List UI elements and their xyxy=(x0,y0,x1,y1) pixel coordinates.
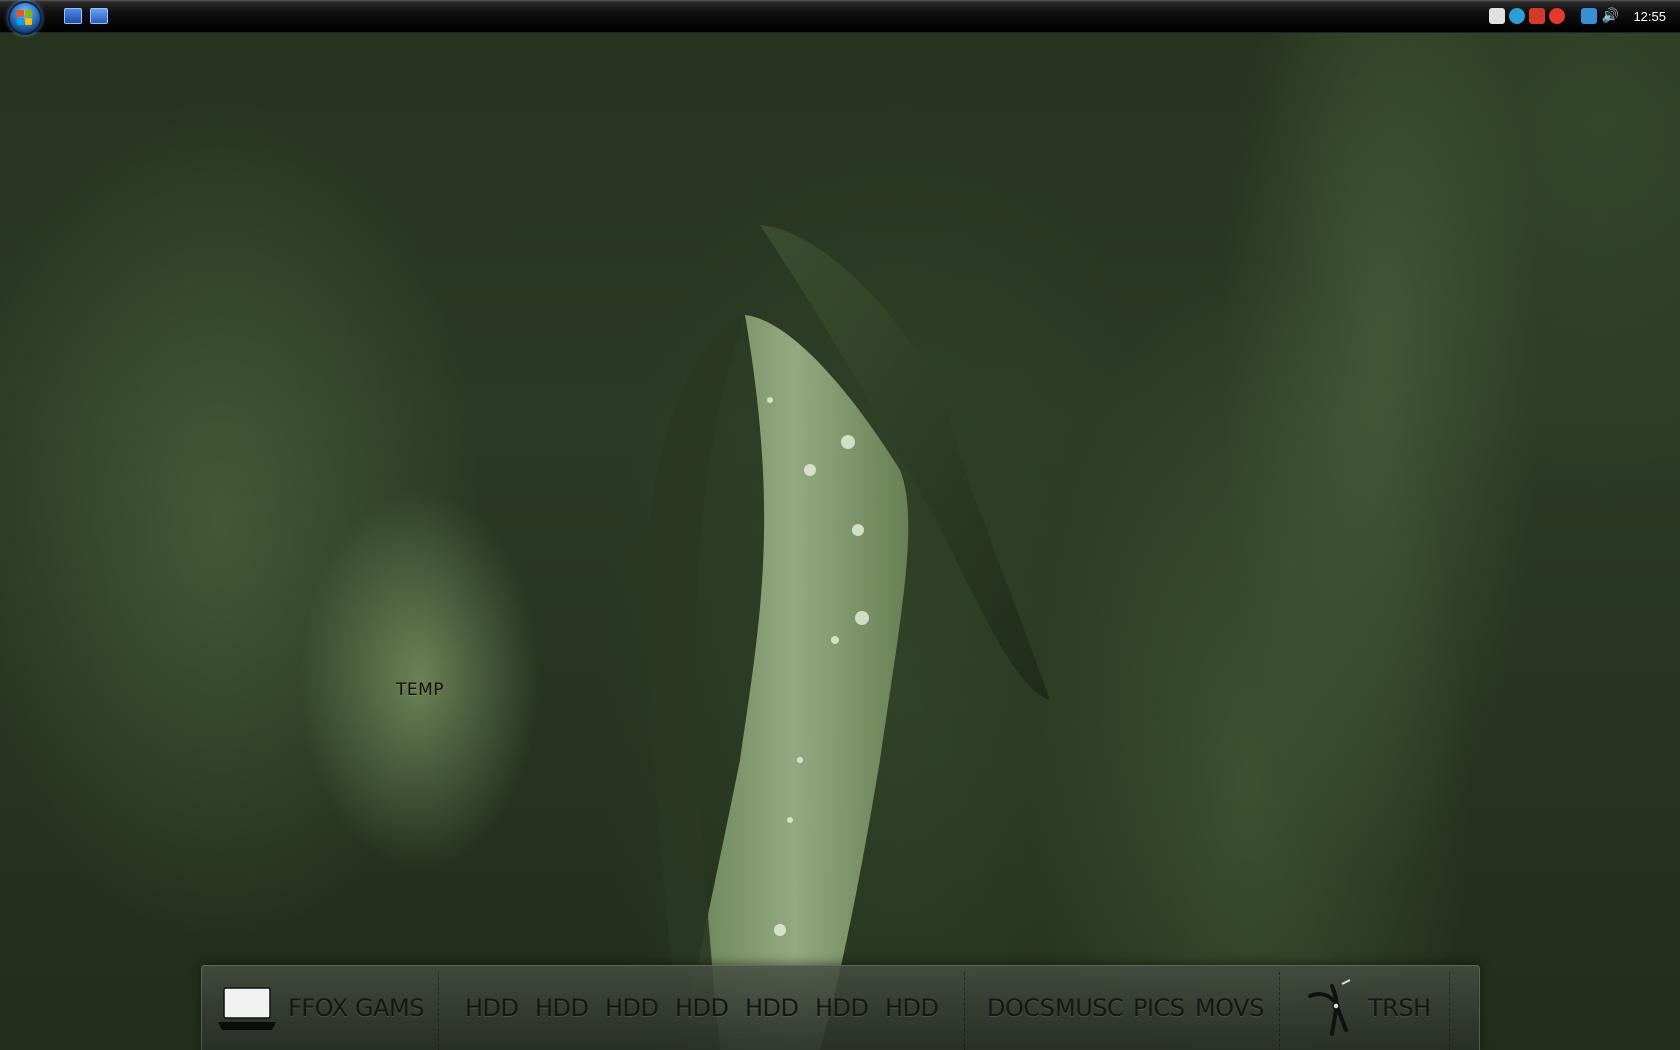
dock-item-docs[interactable]: DOCS xyxy=(987,994,1055,1022)
dock: FFOX GAMS HDD HDD HDD HDD HDD HDD HDD DO… xyxy=(201,965,1480,1050)
dock-item-hdd-7[interactable]: HDD xyxy=(885,994,939,1022)
desktop-folder-temp[interactable]: TEMP xyxy=(396,680,444,700)
globe-icon[interactable] xyxy=(1509,8,1526,24)
dock-item-gams[interactable]: GAMS xyxy=(355,994,424,1022)
dock-separator xyxy=(1279,972,1280,1050)
system-tray: 🔊 12:55 xyxy=(1489,0,1680,32)
desktop: 🔊 12:55 TEMP FFOX GAMS HDD HDD HDD HDD H… xyxy=(0,0,1680,1050)
show-desktop-icon[interactable] xyxy=(64,8,82,24)
dock-item-hdd-2[interactable]: HDD xyxy=(535,994,589,1022)
network-icon[interactable] xyxy=(1581,8,1598,24)
windows-logo-icon xyxy=(17,10,33,26)
antivirus-icon[interactable] xyxy=(1549,8,1566,24)
computer-icon[interactable] xyxy=(216,986,278,1032)
dock-separator xyxy=(438,972,439,1050)
dock-separator xyxy=(1449,972,1450,1050)
dock-separator xyxy=(964,972,965,1050)
dock-item-hdd-6[interactable]: HDD xyxy=(815,994,869,1022)
network-card-icon[interactable] xyxy=(1489,8,1506,24)
dock-item-hdd-1[interactable]: HDD xyxy=(465,994,519,1022)
start-button[interactable] xyxy=(8,1,42,35)
dock-item-hdd-4[interactable]: HDD xyxy=(675,994,729,1022)
dock-item-trsh[interactable]: TRSH xyxy=(1368,994,1431,1022)
security-icon[interactable] xyxy=(1529,8,1546,24)
taskbar: 🔊 12:55 xyxy=(0,0,1680,35)
dock-item-pics[interactable]: PICS xyxy=(1133,994,1185,1022)
volume-icon[interactable]: 🔊 xyxy=(1601,8,1618,24)
clock[interactable]: 12:55 xyxy=(1633,9,1666,24)
switch-windows-icon[interactable] xyxy=(90,8,108,24)
dock-item-musc[interactable]: MUSC xyxy=(1055,994,1124,1022)
dock-item-movs[interactable]: MOVS xyxy=(1195,994,1264,1022)
wallpaper-leaf xyxy=(647,225,1050,1050)
dock-item-hdd-5[interactable]: HDD xyxy=(745,994,799,1022)
dock-item-ffox[interactable]: FFOX xyxy=(288,994,348,1022)
tools-icon[interactable] xyxy=(1302,978,1360,1038)
dock-item-hdd-3[interactable]: HDD xyxy=(605,994,659,1022)
